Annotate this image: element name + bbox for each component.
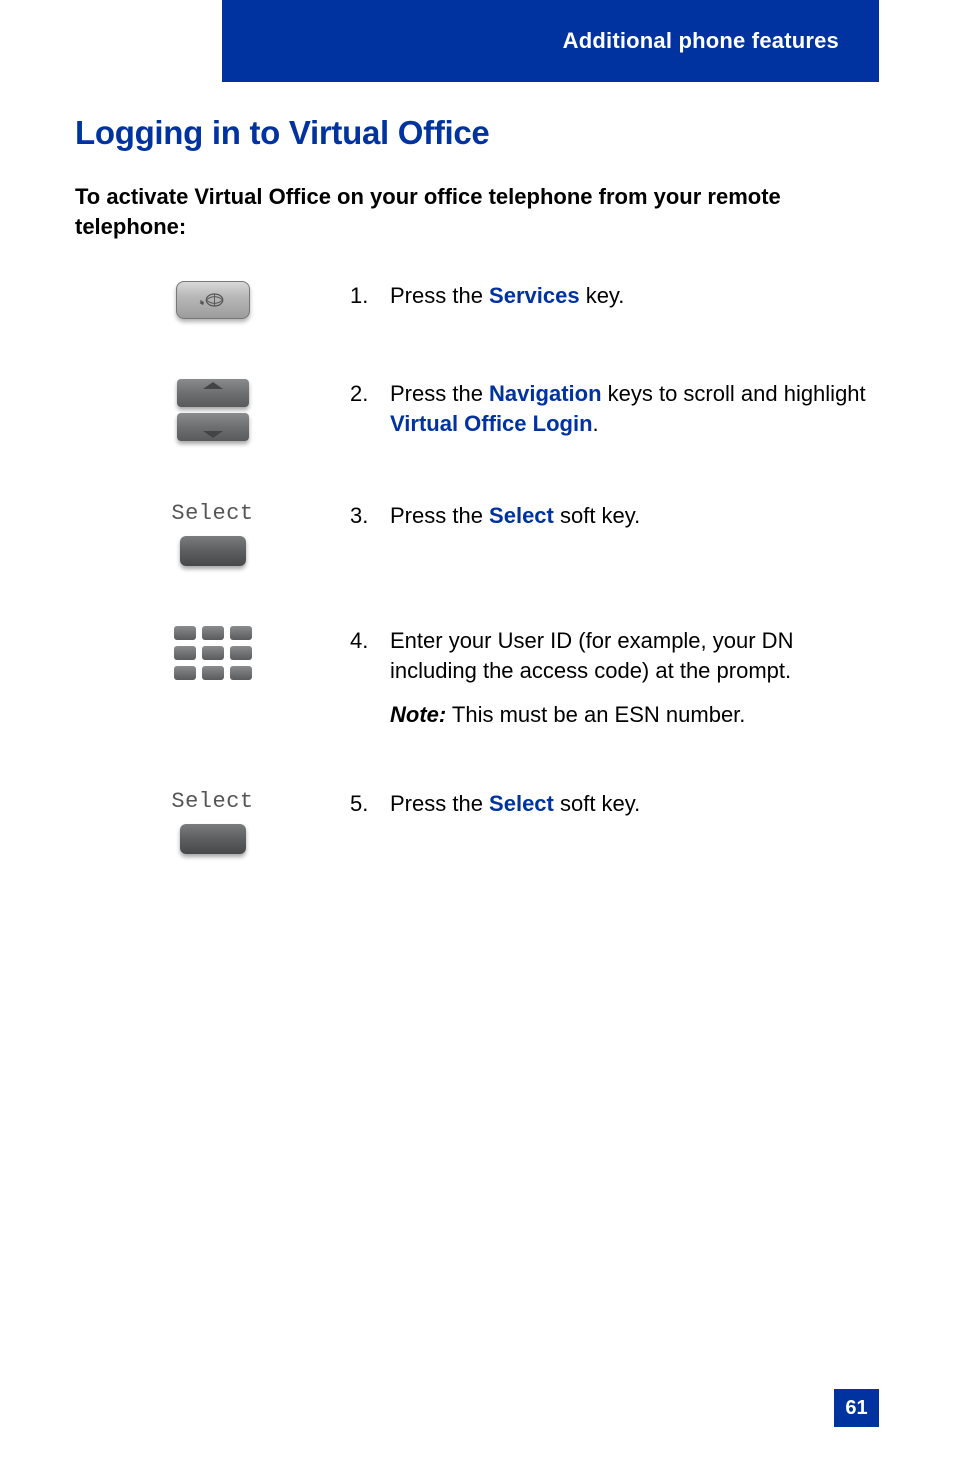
step-2-image [75, 379, 350, 441]
globe-arrow-icon [198, 289, 228, 311]
services-key-icon [176, 281, 250, 319]
step-2-text: Press the Navigation keys to scroll and … [390, 379, 879, 438]
step-2-number: 2. [350, 379, 390, 438]
step-4-image [75, 626, 350, 680]
step-3-number: 3. [350, 501, 390, 531]
soft-key-icon [180, 536, 246, 566]
intro-text: To activate Virtual Office on your offic… [75, 182, 879, 241]
dialpad-icon [174, 626, 252, 680]
navigation-keys-icon [177, 379, 249, 441]
keyword-select: Select [489, 503, 554, 528]
nav-up-icon [177, 379, 249, 407]
step-5: Select 5. Press the Select soft key. [75, 789, 879, 854]
step-3-image: Select [75, 501, 350, 566]
step-4: 4. Enter your User ID (for example, your… [75, 626, 879, 729]
keyword-vologin: Virtual Office Login [390, 411, 593, 436]
step-5-number: 5. [350, 789, 390, 819]
step-5-image: Select [75, 789, 350, 854]
header-bar: Additional phone features [222, 0, 879, 82]
step-4-number: 4. [350, 626, 390, 729]
step-1-number: 1. [350, 281, 390, 311]
step-1-text: Press the Services key. [390, 281, 879, 311]
page-content: Logging in to Virtual Office To activate… [75, 100, 879, 914]
step-5-text: Press the Select soft key. [390, 789, 879, 819]
keyword-select-2: Select [489, 791, 554, 816]
page-title: Logging in to Virtual Office [75, 114, 879, 152]
page-number: 61 [834, 1389, 879, 1427]
step-list: 1. Press the Services key. 2. Press the … [75, 281, 879, 914]
select-softkey-label: Select [171, 501, 253, 526]
step-1-image [75, 281, 350, 319]
step-4-note: Note: This must be an ESN number. [390, 700, 879, 730]
step-3: Select 3. Press the Select soft key. [75, 501, 879, 566]
note-label: Note: [390, 702, 446, 727]
step-2: 2. Press the Navigation keys to scroll a… [75, 379, 879, 441]
nav-down-icon [177, 413, 249, 441]
step-3-text: Press the Select soft key. [390, 501, 879, 531]
section-title: Additional phone features [563, 28, 839, 54]
select-softkey-label-2: Select [171, 789, 253, 814]
keyword-navigation: Navigation [489, 381, 601, 406]
soft-key-icon-2 [180, 824, 246, 854]
step-1: 1. Press the Services key. [75, 281, 879, 319]
keyword-services: Services [489, 283, 580, 308]
step-4-text: Enter your User ID (for example, your DN… [390, 626, 879, 729]
